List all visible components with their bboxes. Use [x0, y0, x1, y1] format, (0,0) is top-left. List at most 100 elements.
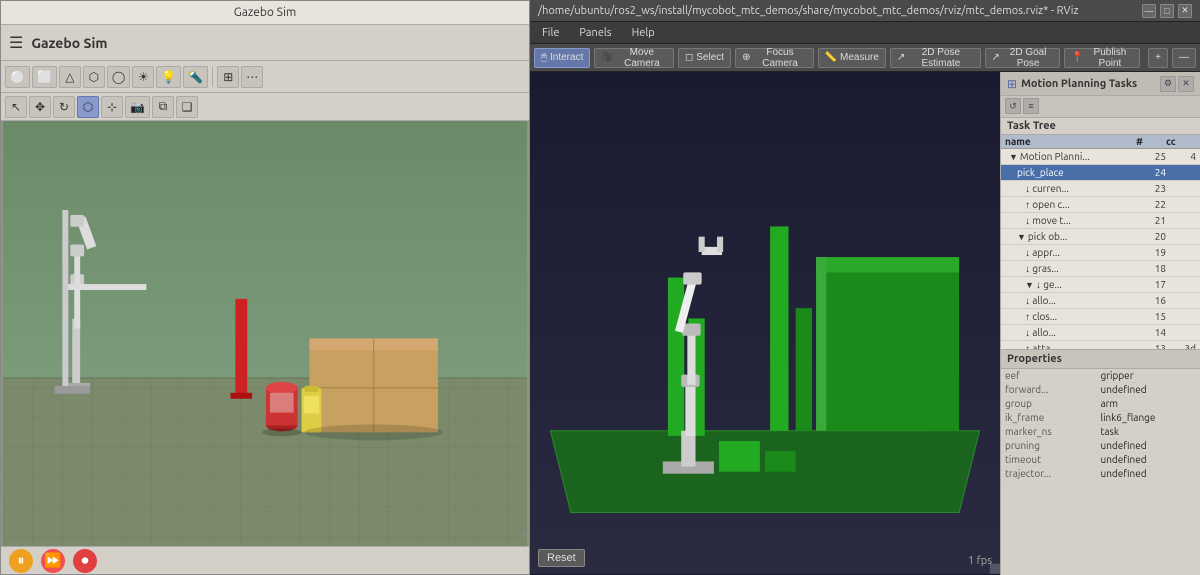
goal-pose-icon: ↗: [992, 52, 1000, 63]
fps-display: 1 fps: [968, 555, 992, 567]
tree-row[interactable]: ↑ open c... 22: [1001, 197, 1200, 213]
tree-row-num: 17: [1136, 279, 1166, 290]
prop-row-timeout: timeout undefined: [1001, 453, 1200, 467]
tree-row-num: 25: [1136, 151, 1166, 162]
gazebo-statusbar: ⏸ ⏩ ⏺: [1, 546, 529, 574]
task-tree-header: Task Tree: [1001, 118, 1200, 135]
prop-key: timeout: [1005, 454, 1101, 465]
cube-btn[interactable]: ⬜: [32, 66, 57, 88]
panels-menu[interactable]: Panels: [575, 26, 615, 40]
minimize-button[interactable]: —: [1142, 4, 1156, 18]
gazebo-window: Gazebo Sim ☰ Gazebo Sim ⚪ ⬜ △ ⬡ ◯ ☀ 💡 🔦 …: [0, 0, 530, 575]
tree-row-selected[interactable]: pick_place 24: [1001, 165, 1200, 181]
panel-toolbar-btn2[interactable]: ≡: [1023, 98, 1039, 114]
close-button[interactable]: ✕: [1178, 4, 1192, 18]
tree-row-num: 15: [1136, 311, 1166, 322]
tree-row[interactable]: ↓ appr... 19: [1001, 245, 1200, 261]
cylinder-btn[interactable]: ⬡: [83, 66, 105, 88]
goal-pose-tool[interactable]: ↗ 2D Goal Pose: [985, 48, 1061, 68]
goal-pose-label: 2D Goal Pose: [1003, 47, 1053, 69]
tree-row-num: 19: [1136, 247, 1166, 258]
select-icon: ◻: [685, 52, 693, 63]
panel-header: ⊞ Motion Planning Tasks ⚙ ✕: [1001, 72, 1200, 96]
panel-close-btn[interactable]: ✕: [1178, 76, 1194, 92]
tree-row[interactable]: ↓ gras... 18: [1001, 261, 1200, 277]
prop-key: forward...: [1005, 384, 1101, 395]
publish-point-tool[interactable]: 📍 Publish Point: [1064, 48, 1140, 68]
prop-val: arm: [1101, 398, 1197, 409]
camera-tool-btn[interactable]: 📷: [125, 96, 150, 118]
pose-estimate-label: 2D Pose Estimate: [908, 47, 973, 69]
measure-tool[interactable]: 📏 Measure: [818, 48, 886, 68]
help-menu[interactable]: Help: [628, 26, 659, 40]
tree-row-name: ↑ clos...: [1025, 311, 1136, 323]
skip-button[interactable]: ⏩: [41, 549, 65, 573]
maximize-button[interactable]: □: [1160, 4, 1174, 18]
more-btn[interactable]: ⋯: [241, 66, 263, 88]
reset-button[interactable]: Reset: [538, 549, 585, 567]
point-light-btn[interactable]: 💡: [156, 66, 181, 88]
sphere-btn[interactable]: ⚪: [5, 66, 30, 88]
add-tool-btn[interactable]: +: [1148, 48, 1168, 68]
tree-row[interactable]: ▼↓ ge... 17: [1001, 277, 1200, 293]
file-menu[interactable]: File: [538, 26, 563, 40]
move-camera-icon: 🎥: [601, 52, 613, 63]
hamburger-icon[interactable]: ☰: [9, 33, 23, 52]
tree-row-cc: 4: [1166, 151, 1196, 162]
panel-settings-btn[interactable]: ⚙: [1160, 76, 1176, 92]
move-tool-btn[interactable]: ✥: [29, 96, 51, 118]
tree-row[interactable]: ▼Motion Planni... 25 4: [1001, 149, 1200, 165]
properties-header: Properties: [1001, 350, 1200, 369]
tree-row[interactable]: ↑ clos... 15: [1001, 309, 1200, 325]
interact-tool[interactable]: 🖱 Interact: [534, 48, 590, 68]
rviz-window: /home/ubuntu/ros2_ws/install/mycobot_mtc…: [530, 0, 1200, 575]
interact-icon: 🖱: [541, 52, 547, 63]
focus-camera-tool[interactable]: ⊕ Focus Camera: [735, 48, 814, 68]
rviz-titlebar: /home/ubuntu/ros2_ws/install/mycobot_mtc…: [530, 0, 1200, 22]
gazebo-app-title: Gazebo Sim: [31, 35, 107, 51]
tree-row-num: 24: [1136, 167, 1166, 178]
tree-row[interactable]: ↓ allo... 14: [1001, 325, 1200, 341]
copy-btn[interactable]: ❑: [176, 96, 198, 118]
task-tree-body[interactable]: ▼Motion Planni... 25 4 pick_place 24 ↓ c…: [1001, 149, 1200, 349]
rviz-main: Reset 1 fps ⊞ Motion Planning Tasks ⚙ ✕ …: [530, 72, 1200, 575]
prop-row-eef: eef gripper: [1001, 369, 1200, 383]
cone-btn[interactable]: △: [59, 66, 81, 88]
panel-title: Motion Planning Tasks: [1021, 78, 1156, 90]
gazebo-scene: ⋯: [1, 121, 529, 546]
tree-row-name: ▼pick ob...: [1017, 231, 1136, 242]
scale-tool-btn[interactable]: ⬡: [77, 96, 99, 118]
tree-row[interactable]: ↓ curren... 23: [1001, 181, 1200, 197]
tree-row[interactable]: ↓ allo... 16: [1001, 293, 1200, 309]
prop-key: pruning: [1005, 440, 1101, 451]
grid-toggle-btn[interactable]: ⊞: [217, 66, 239, 88]
clone-btn[interactable]: ⧉: [152, 96, 174, 118]
tree-row[interactable]: ↑ atta... 13 3d: [1001, 341, 1200, 349]
gazebo-viewport[interactable]: ⋯: [1, 121, 529, 546]
select-tool[interactable]: ◻ Select: [678, 48, 731, 68]
tree-row[interactable]: ↓ move t... 21: [1001, 213, 1200, 229]
move-camera-tool[interactable]: 🎥 Move Camera: [594, 48, 674, 68]
panel-toolbar-btn1[interactable]: ↺: [1005, 98, 1021, 114]
capsule-btn[interactable]: ◯: [107, 66, 130, 88]
directional-light-btn[interactable]: ☀: [132, 66, 154, 88]
prop-val: gripper: [1101, 370, 1197, 381]
rviz-menubar: File Panels Help: [530, 22, 1200, 44]
pose-estimate-tool[interactable]: ↗ 2D Pose Estimate: [890, 48, 981, 68]
select-tool-btn[interactable]: ↖: [5, 96, 27, 118]
rviz-title: /home/ubuntu/ros2_ws/install/mycobot_mtc…: [538, 5, 1079, 17]
remove-tool-btn[interactable]: —: [1172, 48, 1196, 68]
rotate-tool-btn[interactable]: ↻: [53, 96, 75, 118]
rviz-viewport[interactable]: Reset 1 fps: [530, 72, 1000, 575]
tree-row-num: 16: [1136, 295, 1166, 306]
record-button[interactable]: ⏺: [73, 549, 97, 573]
gazebo-titlebar: Gazebo Sim: [1, 1, 529, 25]
tree-row[interactable]: ▼pick ob... 20: [1001, 229, 1200, 245]
spot-light-btn[interactable]: 🔦: [183, 66, 208, 88]
tree-row-num: 18: [1136, 263, 1166, 274]
pause-button[interactable]: ⏸: [9, 549, 33, 573]
gazebo-toolbar-nav: ↖ ✥ ↻ ⬡ ⊹ 📷 ⧉ ❑: [1, 93, 529, 121]
col-hash: #: [1136, 136, 1166, 147]
gazebo-toolbar-shapes: ⚪ ⬜ △ ⬡ ◯ ☀ 💡 🔦 ⊞ ⋯: [1, 61, 529, 93]
snap-tool-btn[interactable]: ⊹: [101, 96, 123, 118]
